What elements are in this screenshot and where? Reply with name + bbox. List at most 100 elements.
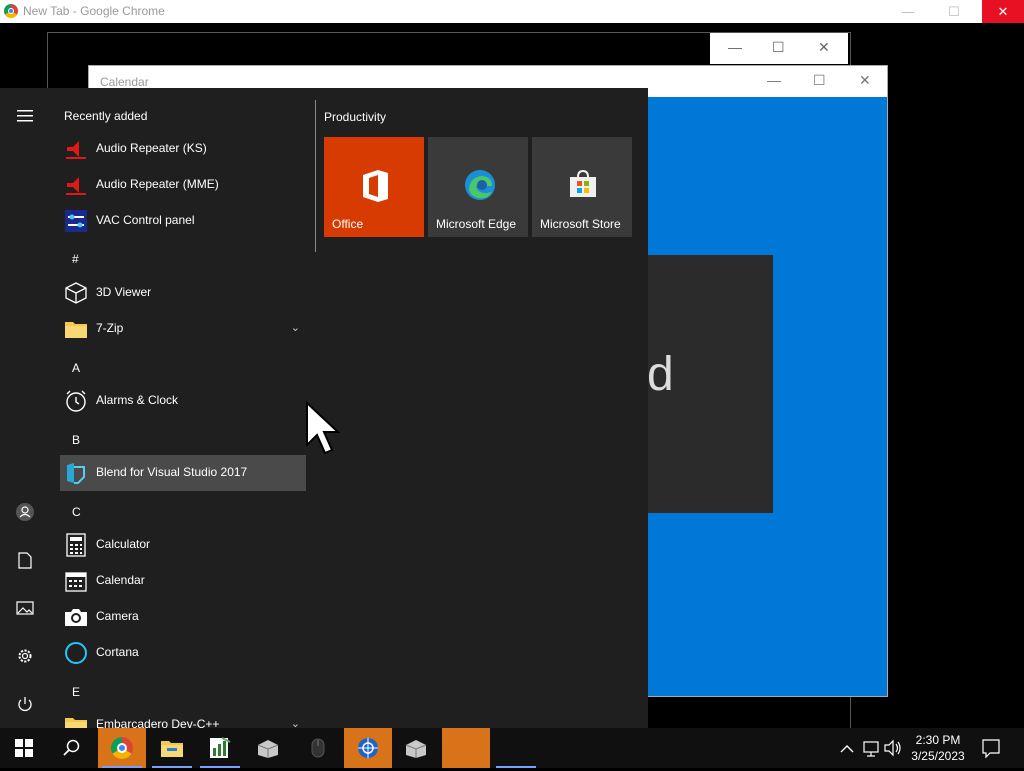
- start-rail: [0, 88, 50, 728]
- settings-gear-icon[interactable]: [13, 644, 37, 668]
- app-label: Calculator: [96, 537, 151, 551]
- tile-office[interactable]: Office: [324, 137, 424, 237]
- app-label: 3D Viewer: [96, 285, 152, 299]
- pictures-icon[interactable]: [13, 596, 37, 620]
- taskbar-chrome[interactable]: [98, 728, 146, 768]
- tile-microsoft-store[interactable]: Microsoft Store: [532, 137, 632, 237]
- taskbar-app-mouse[interactable]: [294, 728, 342, 768]
- app-item-camera[interactable]: Camera: [60, 599, 306, 635]
- app-item-vac-control-panel[interactable]: VAC Control panel: [60, 203, 306, 239]
- app-label: Audio Repeater (KS): [96, 141, 207, 155]
- productivity-heading: Productivity: [324, 110, 387, 124]
- app-item-cortana[interactable]: Cortana: [60, 635, 306, 671]
- taskbar-app-network[interactable]: [344, 728, 392, 768]
- group-header-hash[interactable]: #: [72, 252, 79, 266]
- taskbar-file-explorer[interactable]: [148, 728, 196, 768]
- app-item-audio-repeater-mme[interactable]: Audio Repeater (MME): [60, 167, 306, 203]
- clock-date[interactable]: 3/25/2023: [904, 749, 972, 763]
- taskbar: 2:30 PM 3/25/2023: [0, 728, 1024, 768]
- chart-document-icon: [210, 737, 231, 758]
- calendar-minimize-button[interactable]: —: [767, 72, 781, 88]
- alarm-clock-icon: [64, 389, 88, 413]
- app-label: Embarcadero Dev-C++: [96, 717, 220, 728]
- chrome-minimize-button[interactable]: —: [892, 0, 924, 23]
- background-minimize-button[interactable]: —: [728, 39, 742, 55]
- group-header-b[interactable]: B: [72, 433, 80, 447]
- group-header-e[interactable]: E: [72, 685, 80, 699]
- app-label: Calendar: [96, 573, 145, 587]
- clock-time[interactable]: 2:30 PM: [908, 733, 968, 747]
- cube-3d-icon: [64, 281, 88, 305]
- taskbar-app-box-1[interactable]: [244, 728, 292, 768]
- app-item-blend-vs-2017[interactable]: Blend for Visual Studio 2017: [60, 455, 306, 491]
- tile-microsoft-edge[interactable]: Microsoft Edge: [428, 137, 528, 237]
- group-header-a[interactable]: A: [72, 361, 80, 375]
- taskbar-app-empty[interactable]: [492, 728, 540, 768]
- calendar-close-button[interactable]: ✕: [859, 72, 871, 89]
- app-label: 7-Zip: [96, 321, 124, 335]
- app-label: Blend for Visual Studio 2017: [96, 465, 248, 479]
- hamburger-menu-icon[interactable]: [13, 104, 37, 128]
- recently-added-heading: Recently added: [64, 109, 148, 123]
- calendar-window-title: Calendar: [100, 75, 149, 89]
- package-box-icon: [257, 740, 279, 758]
- group-header-c[interactable]: C: [72, 505, 81, 519]
- folder-icon: [64, 317, 88, 341]
- action-center-icon[interactable]: [982, 728, 1000, 768]
- file-explorer-icon: [161, 741, 183, 757]
- mouse-cursor-icon: [305, 400, 345, 462]
- taskbar-app-chart[interactable]: [196, 728, 244, 768]
- mouse-icon: [311, 738, 325, 758]
- app-label: Audio Repeater (MME): [96, 177, 219, 191]
- calendar-maximize-button[interactable]: ☐: [813, 72, 826, 89]
- app-item-7zip[interactable]: 7-Zip ⌄: [60, 311, 306, 347]
- tile-label: Office: [332, 217, 364, 231]
- audio-repeater-icon: [64, 137, 88, 161]
- windows-logo-icon: [15, 739, 33, 757]
- audio-repeater-icon: [64, 173, 88, 197]
- app-list: Recently added Audio Repeater (KS) Audio…: [60, 88, 312, 728]
- background-close-button[interactable]: ✕: [818, 39, 830, 56]
- app-item-3d-viewer[interactable]: 3D Viewer: [60, 275, 306, 311]
- folder-icon: [64, 713, 88, 728]
- chevron-down-icon[interactable]: ⌄: [291, 321, 300, 334]
- edge-icon: [464, 169, 495, 200]
- power-icon[interactable]: [13, 692, 37, 716]
- app-label: VAC Control panel: [96, 213, 195, 227]
- app-item-embarcadero[interactable]: Embarcadero Dev-C++ ⌄: [60, 707, 306, 728]
- search-button[interactable]: [48, 728, 96, 768]
- calendar-splash-panel: d: [647, 255, 773, 513]
- calendar-icon: [64, 569, 88, 593]
- chrome-icon: [4, 4, 18, 18]
- office-icon: [360, 169, 390, 202]
- camera-icon: [64, 605, 88, 629]
- app-label: Alarms & Clock: [96, 393, 179, 407]
- blend-icon: [64, 461, 88, 485]
- chrome-maximize-button[interactable]: ☐: [938, 0, 970, 23]
- cortana-icon: [64, 641, 88, 665]
- app-item-calendar[interactable]: Calendar: [60, 563, 306, 599]
- chevron-down-icon[interactable]: ⌄: [291, 717, 300, 728]
- chrome-close-button[interactable]: ✕: [982, 0, 1024, 23]
- user-account-icon[interactable]: [13, 500, 37, 524]
- network-globe-icon: [358, 738, 378, 758]
- tile-label: Microsoft Edge: [436, 217, 517, 231]
- network-icon[interactable]: [862, 728, 880, 768]
- tray-overflow-chevron-icon[interactable]: [840, 728, 854, 768]
- app-item-calculator[interactable]: Calculator: [60, 527, 306, 563]
- app-item-alarms-clock[interactable]: Alarms & Clock: [60, 383, 306, 419]
- documents-icon[interactable]: [13, 548, 37, 572]
- search-icon: [63, 739, 80, 756]
- start-button[interactable]: [0, 728, 48, 768]
- app-label: Cortana: [96, 645, 139, 659]
- tile-label: Microsoft Store: [540, 217, 621, 231]
- volume-icon[interactable]: [884, 728, 902, 768]
- taskbar-app-highlighted[interactable]: [442, 728, 490, 768]
- app-label: Camera: [96, 609, 139, 623]
- app-item-audio-repeater-ks[interactable]: Audio Repeater (KS): [60, 131, 306, 167]
- background-maximize-button[interactable]: ☐: [772, 39, 785, 56]
- chrome-icon: [111, 737, 133, 759]
- calendar-splash-text: d: [647, 348, 674, 401]
- taskbar-app-box-2[interactable]: [392, 728, 440, 768]
- start-menu-divider: [315, 100, 316, 252]
